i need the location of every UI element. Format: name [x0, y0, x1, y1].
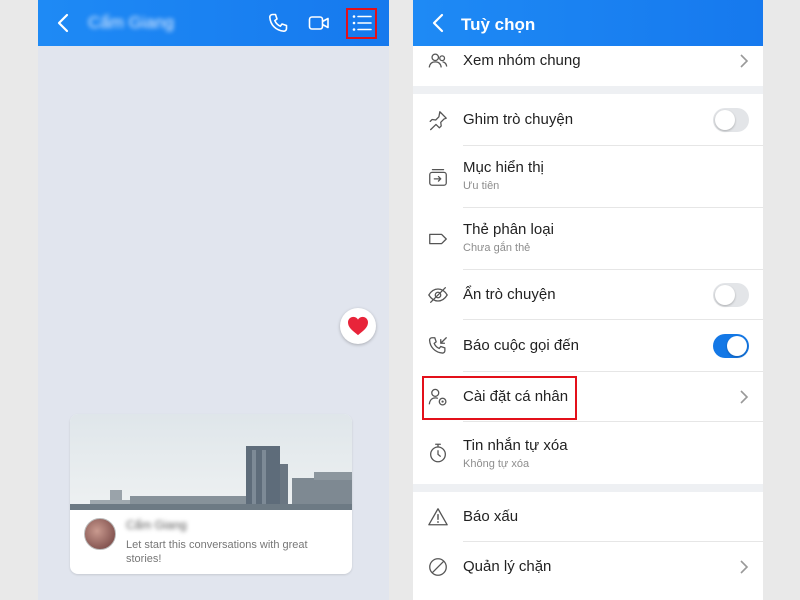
video-call-icon[interactable] [307, 11, 331, 35]
personal-settings-highlight-box [422, 376, 577, 420]
incoming-call-toggle[interactable] [713, 334, 749, 358]
contact-name[interactable]: Cẩm Giang [88, 13, 174, 33]
option-block-management[interactable]: Quản lý chặn [413, 542, 763, 600]
option-hide-chat[interactable]: Ẩn trò chuyện [413, 270, 763, 320]
option-pin-chat[interactable]: Ghim trò chuyện [413, 94, 763, 146]
back-icon[interactable] [52, 11, 76, 35]
pin-icon [429, 111, 447, 131]
block-icon [429, 558, 447, 576]
option-label: Tin nhắn tự xóa [463, 437, 568, 454]
heart-icon [348, 316, 368, 336]
option-label: Quản lý chặn [463, 558, 552, 575]
page-title: Tuỳ chọn [461, 15, 536, 34]
cityscape-photo [70, 414, 352, 510]
card-contact-name: Cẩm Giang [126, 518, 187, 532]
options-header: Tuỳ chọn [413, 0, 763, 46]
option-sublabel: Không tự xóa [463, 458, 530, 470]
pin-chat-toggle[interactable] [713, 108, 749, 132]
inbox-icon [429, 169, 447, 186]
timer-icon [430, 443, 446, 463]
hide-chat-toggle[interactable] [713, 283, 749, 307]
group-icon [428, 53, 448, 68]
avatar [84, 518, 116, 550]
chat-screen: Cẩm Giang Cẩm Giang Let start this conve… [38, 0, 389, 600]
option-label: Ghim trò chuyện [463, 111, 574, 128]
option-label: Xem nhóm chung [463, 52, 581, 69]
chevron-right-icon [740, 390, 749, 404]
eye-off-icon [428, 287, 448, 303]
incoming-call-icon [428, 337, 447, 354]
tag-icon [429, 233, 447, 245]
options-screen: Tuỳ chọn Xem nhóm chung Ghim trò chuyện … [413, 0, 763, 600]
option-label: Ẩn trò chuyện [463, 286, 556, 303]
chevron-right-icon [740, 54, 749, 68]
option-self-destruct-messages[interactable]: Tin nhắn tự xóa Không tự xóa [413, 422, 763, 484]
option-display-section[interactable]: Mục hiển thị Ưu tiên [413, 146, 763, 208]
back-icon[interactable] [427, 11, 451, 35]
option-label: Báo cuộc gọi đến [463, 337, 579, 354]
option-sublabel: Ưu tiên [463, 180, 500, 192]
option-label: Thẻ phân loại [463, 221, 554, 238]
chat-header: Cẩm Giang [38, 0, 389, 46]
option-classification-tag[interactable]: Thẻ phân loại Chưa gắn thẻ [413, 208, 763, 270]
menu-highlight-box [346, 8, 377, 39]
option-report[interactable]: Báo xấu [413, 492, 763, 542]
card-message: Let start this conversations with great … [126, 539, 308, 565]
heart-reaction-button[interactable] [340, 308, 376, 344]
option-view-common-groups[interactable]: Xem nhóm chung [413, 46, 763, 86]
option-sublabel: Chưa gắn thẻ [463, 242, 531, 254]
option-incoming-call-alert[interactable]: Báo cuộc gọi đến [413, 320, 763, 372]
phone-call-icon[interactable] [266, 11, 290, 35]
option-label: Mục hiển thị [463, 159, 544, 176]
chevron-right-icon [740, 560, 749, 574]
warning-icon [428, 508, 448, 526]
option-label: Báo xấu [463, 508, 519, 525]
story-card[interactable]: Cẩm Giang Let start this conversations w… [70, 414, 352, 574]
